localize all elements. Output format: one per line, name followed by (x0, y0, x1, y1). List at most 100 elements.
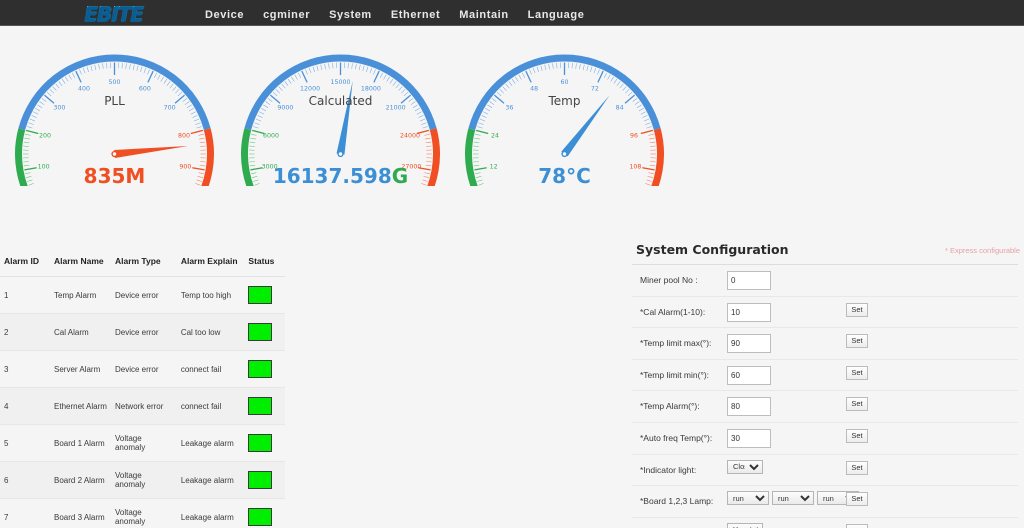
set-button[interactable]: Set (846, 523, 868, 528)
gauge-value-unit: G (391, 164, 409, 188)
cell-status (244, 461, 285, 499)
config-input[interactable] (727, 365, 771, 385)
panel-title: System Configuration (636, 242, 789, 257)
column-header-alarm-type: Alarm Type (110, 250, 177, 277)
cell-alarm-name: Ethernet Alarm (50, 387, 111, 425)
config-row: *Temp limit max(°): Set (632, 328, 1018, 360)
cell-alarm-name: Cal Alarm (50, 313, 111, 351)
column-header-status: Status (244, 250, 285, 277)
config-row: *Auto freq Temp(°): Set (632, 423, 1018, 455)
gauge-value-unit: °C (566, 164, 591, 188)
system-configuration-panel: System Configuration * Express configura… (626, 236, 1024, 528)
config-row-field: run run run (727, 491, 862, 509)
cell-alarm-type: Device error (110, 276, 177, 314)
svg-text:500: 500 (108, 79, 120, 86)
gauge-value: 16137.598G (228, 164, 453, 188)
alarm-table: Alarm ID Alarm Name Alarm Type Alarm Exp… (0, 250, 285, 528)
cell-alarm-explain: Leakage alarm (176, 461, 245, 499)
config-row-field (727, 365, 771, 385)
cell-alarm-explain: Leakage alarm (176, 424, 245, 462)
cell-alarm-name: Server Alarm (50, 350, 111, 388)
svg-text:24000: 24000 (400, 132, 420, 139)
nav-item-cgminer[interactable]: cgminer (263, 9, 310, 21)
cell-alarm-id: 7 (0, 498, 51, 528)
set-button[interactable]: Set (846, 428, 868, 443)
status-badge (248, 360, 273, 378)
gauge-pll: 01002003004005006007008009001000PLL835M (2, 26, 227, 188)
svg-text:96: 96 (630, 132, 638, 139)
status-badge (248, 323, 273, 341)
config-row-field (727, 396, 771, 417)
cell-alarm-type: Network error (110, 387, 177, 425)
config-row-field (727, 428, 771, 448)
config-select[interactable]: Yes (727, 522, 763, 528)
config-select[interactable]: Close (727, 459, 763, 474)
config-row-field: Close (727, 459, 763, 478)
config-select-lamp-1[interactable]: run (727, 491, 769, 506)
cell-alarm-id: 6 (0, 461, 51, 499)
svg-text:400: 400 (78, 86, 90, 93)
cell-alarm-name: Board 3 Alarm (50, 498, 111, 528)
svg-text:72: 72 (591, 86, 599, 93)
set-button[interactable]: Set (846, 334, 868, 349)
cell-alarm-type: Device error (110, 350, 177, 388)
brand-logo: EBITE (84, 2, 144, 26)
gauge-value: 78°C (452, 164, 677, 188)
cell-alarm-name: Board 1 Alarm (50, 424, 111, 462)
config-row-label: *Temp limit max(°): (640, 338, 712, 349)
svg-text:12000: 12000 (300, 86, 320, 93)
table-row: 6 Board 2 Alarm Voltage anomaly Leakage ala… (0, 461, 285, 499)
table-row: 5 Board 1 Alarm Voltage anomaly Leakage ala… (0, 424, 285, 462)
nav-item-maintain[interactable]: Maintain (459, 9, 508, 21)
config-input[interactable] (727, 334, 771, 354)
cell-alarm-name: Temp Alarm (50, 276, 111, 314)
cell-alarm-explain: Leakage alarm (176, 498, 245, 528)
config-row: *Indicator light: Close Set (632, 455, 1018, 487)
nav-item-system[interactable]: System (329, 9, 372, 21)
nav-item-device[interactable]: Device (205, 9, 244, 21)
svg-text:18000: 18000 (361, 86, 381, 93)
set-button[interactable]: Set (846, 397, 868, 412)
svg-text:24: 24 (491, 132, 499, 139)
gauge-panel: 01002003004005006007008009001000PLL835M0… (0, 26, 1024, 188)
config-row-field (727, 333, 771, 354)
table-row: 3 Server Alarm Device error connect fail (0, 350, 285, 388)
config-row-field: Yes (727, 522, 763, 528)
page-root: EBITE Device cgminer System Ethernet Maintai… (0, 0, 1024, 528)
system-configuration-header: System Configuration * Express configura… (626, 236, 1024, 264)
config-input[interactable] (727, 397, 771, 417)
config-row: *Network error closeYesSet (632, 518, 1018, 528)
set-button[interactable]: Set (846, 365, 868, 380)
set-button[interactable]: Set (846, 492, 868, 507)
cell-alarm-explain: Cal too low (176, 313, 245, 351)
svg-text:6000: 6000 (263, 132, 279, 139)
config-input[interactable] (727, 271, 771, 290)
status-badge (248, 508, 273, 526)
cell-alarm-type: Device error (110, 313, 177, 351)
config-input[interactable] (727, 428, 771, 448)
config-row-label: *Board 1,2,3 Lamp: (640, 496, 714, 507)
status-badge (248, 397, 273, 415)
gauge-value-number: 835M (83, 164, 146, 188)
config-select-lamp-2[interactable]: run (772, 491, 814, 506)
config-input[interactable] (727, 302, 771, 322)
cell-status (244, 498, 285, 528)
cell-alarm-type: Voltage anomaly (110, 461, 177, 499)
status-badge (248, 286, 273, 304)
config-row: Miner pool No : (632, 265, 1018, 297)
cell-alarm-id: 3 (0, 350, 51, 388)
gauge-title: Calculated (308, 94, 373, 108)
config-row-field (727, 302, 771, 322)
gauge-title: PLL (104, 94, 125, 108)
set-button[interactable]: Set (846, 460, 868, 475)
nav-item-language[interactable]: Language (528, 9, 585, 21)
set-button[interactable]: Set (846, 302, 868, 317)
nav-item-ethernet[interactable]: Ethernet (391, 9, 440, 21)
config-row: *Temp Alarm(°): Set (632, 391, 1018, 423)
svg-text:15000: 15000 (330, 79, 350, 86)
cell-alarm-explain: Temp too high (176, 276, 245, 314)
cell-alarm-type: Voltage anomaly (110, 424, 177, 462)
column-header-alarm-explain: Alarm Explain (176, 250, 245, 277)
svg-text:600: 600 (139, 86, 151, 93)
cell-status (244, 276, 285, 314)
